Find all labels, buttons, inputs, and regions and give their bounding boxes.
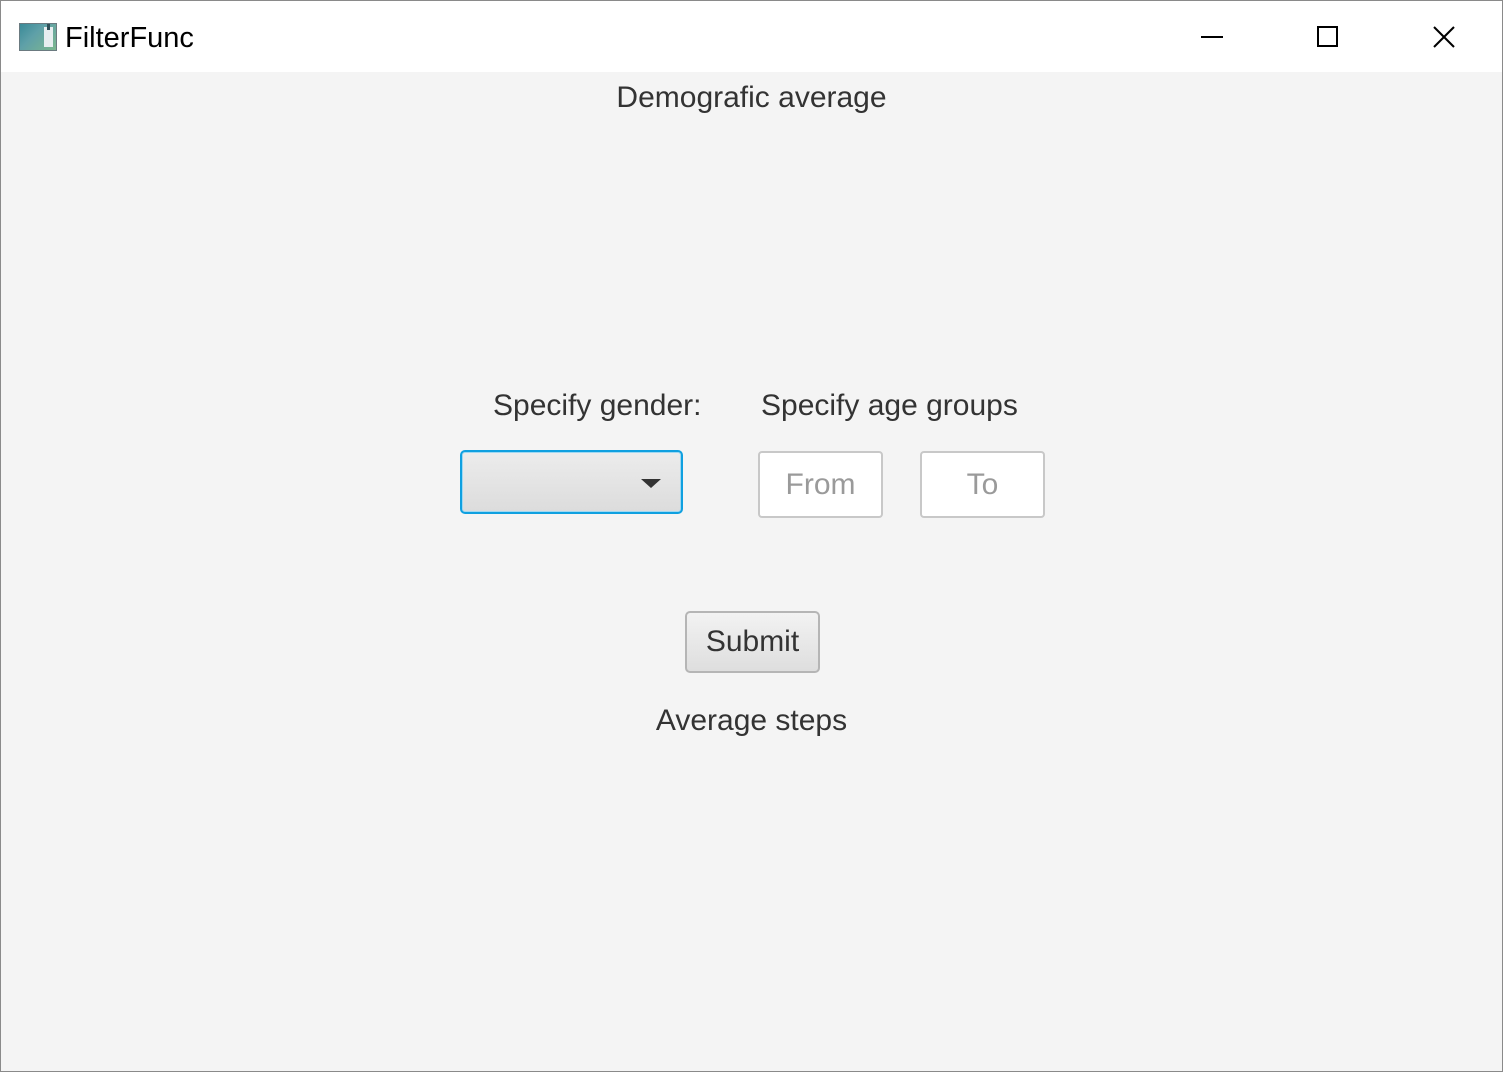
average-steps-label: Average steps <box>655 704 848 737</box>
page-heading: Demografic average <box>616 81 887 114</box>
minimize-button[interactable] <box>1154 1 1270 72</box>
age-from-input[interactable] <box>758 451 883 518</box>
chevron-down-icon <box>641 479 661 488</box>
app-window-icon <box>19 23 57 51</box>
minimize-icon <box>1201 35 1223 38</box>
close-button[interactable] <box>1386 1 1502 72</box>
gender-select[interactable] <box>460 450 683 514</box>
age-to-input[interactable] <box>920 451 1045 518</box>
title-bar[interactable]: FilterFunc <box>1 1 1502 72</box>
close-icon <box>1433 25 1455 48</box>
submit-button[interactable]: Submit <box>685 611 820 673</box>
app-window: FilterFunc Demografic average Specify ge… <box>0 0 1503 1072</box>
age-groups-label: Specify age groups <box>761 389 1018 422</box>
gender-label: Specify gender: <box>493 389 702 422</box>
window-title: FilterFunc <box>65 22 194 54</box>
maximize-button[interactable] <box>1270 1 1386 72</box>
maximize-icon <box>1317 25 1338 47</box>
